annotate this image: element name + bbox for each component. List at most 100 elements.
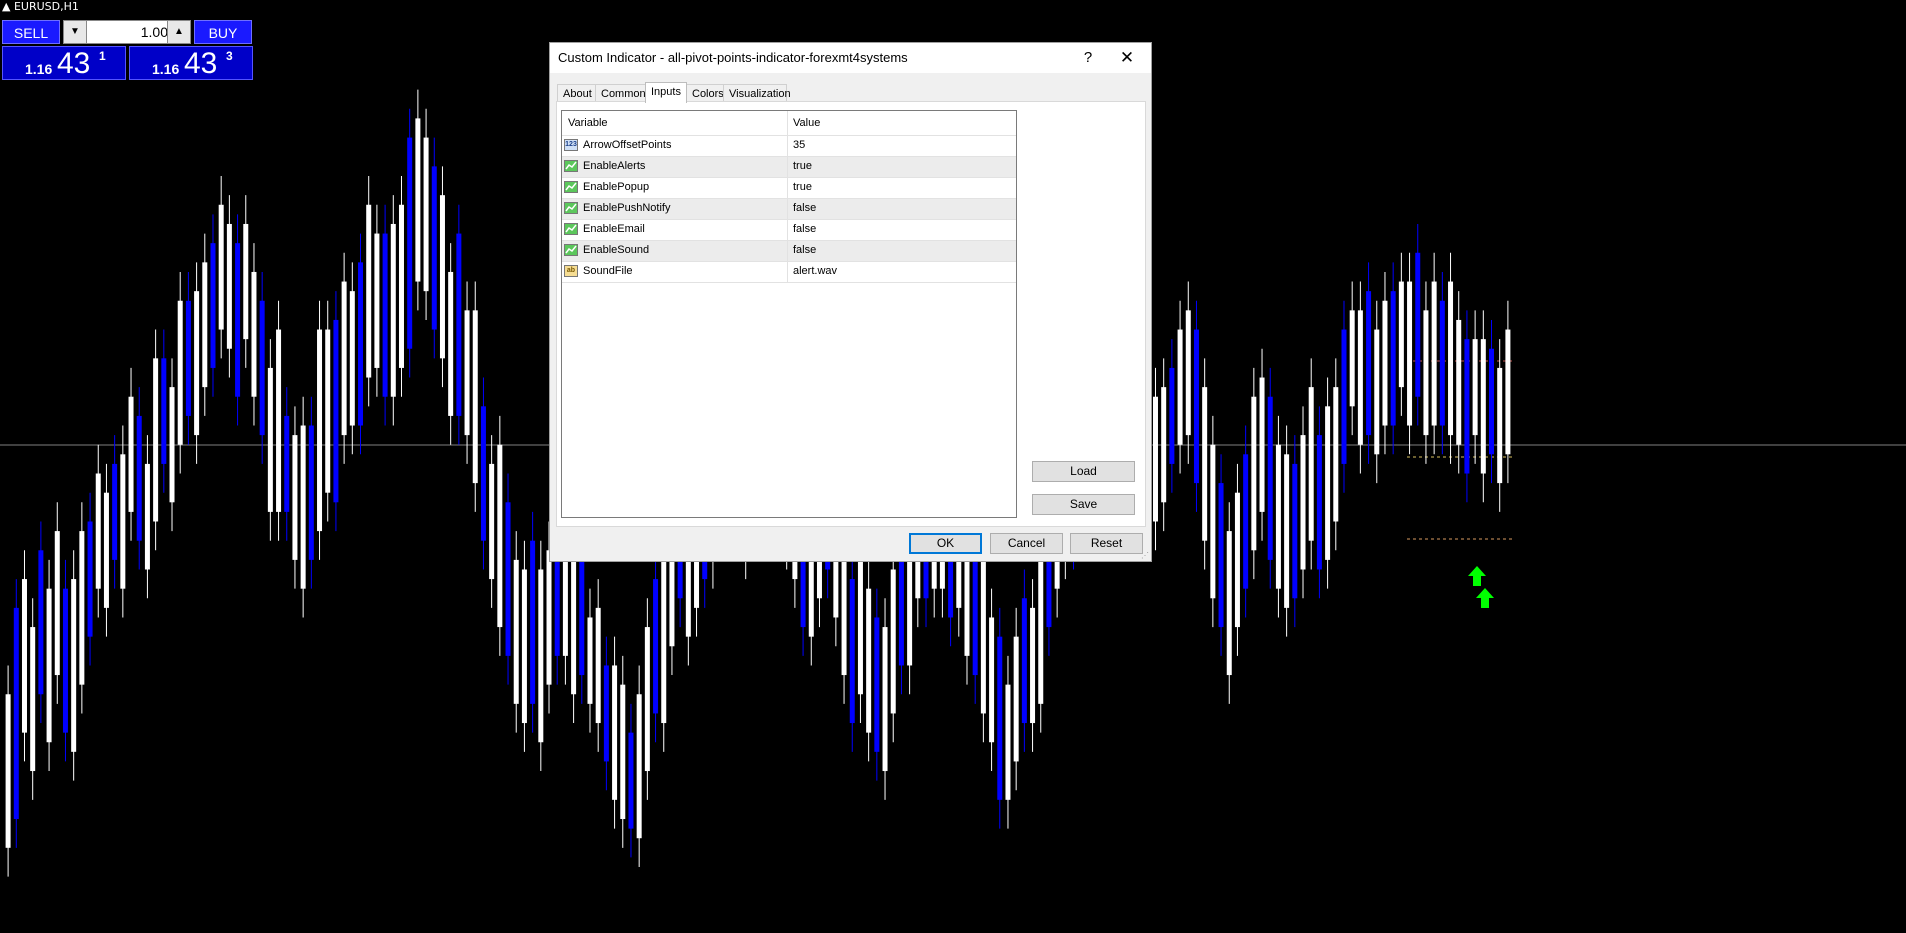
candle-body <box>1325 406 1331 560</box>
candle-body <box>251 271 257 397</box>
inputs-table[interactable]: Variable Value 123 ArrowOffsetPoints 35 Ena… <box>561 110 1017 518</box>
candle-body <box>1161 387 1167 503</box>
candle-body <box>997 636 1003 800</box>
bool-type-icon <box>564 181 578 193</box>
candle-body <box>1202 387 1208 541</box>
variable-value[interactable]: 35 <box>793 139 805 151</box>
candle-body <box>882 627 888 772</box>
candle-body <box>1038 550 1044 704</box>
close-icon[interactable]: ✕ <box>1116 47 1138 69</box>
candle-body <box>1366 291 1372 436</box>
table-row[interactable]: EnablePopup true <box>562 178 1016 199</box>
candle-body <box>1218 483 1224 628</box>
candle-body <box>1316 435 1322 570</box>
variable-name: EnableEmail <box>583 223 645 235</box>
candle-body <box>1275 444 1281 589</box>
candle-body <box>210 243 216 368</box>
tab-colors[interactable]: Colors <box>686 84 724 102</box>
load-button[interactable]: Load <box>1032 461 1135 482</box>
help-icon[interactable]: ? <box>1077 47 1099 69</box>
column-header-value[interactable]: Value <box>793 117 820 129</box>
candle-body <box>661 540 667 724</box>
candle-body <box>226 223 232 349</box>
cancel-button[interactable]: Cancel <box>990 533 1063 554</box>
candle-body <box>144 463 150 570</box>
candle-body <box>185 300 191 416</box>
candle-body <box>857 559 863 695</box>
table-row[interactable]: 123 ArrowOffsetPoints 35 <box>562 136 1016 157</box>
variable-value[interactable]: true <box>793 181 812 193</box>
table-row[interactable]: EnableEmail false <box>562 220 1016 241</box>
candle-body <box>1357 310 1363 445</box>
bool-type-icon <box>564 160 578 172</box>
candle-body <box>390 223 396 397</box>
candle-body <box>317 329 323 532</box>
candle-body <box>1480 339 1486 474</box>
candle-body <box>38 550 44 695</box>
candle-body <box>1333 387 1339 522</box>
variable-name: EnablePopup <box>583 181 650 193</box>
candle-body <box>1439 300 1445 426</box>
candle-body <box>153 358 159 522</box>
candle-body <box>1423 310 1429 436</box>
tab-common[interactable]: Common <box>595 84 646 102</box>
resize-grip-icon[interactable]: ⋰ <box>1141 551 1149 560</box>
candle-body <box>235 243 241 397</box>
column-header-variable[interactable]: Variable <box>568 117 608 129</box>
candle-body <box>448 271 454 416</box>
candle-body <box>636 694 642 839</box>
sell-button[interactable]: SELL <box>2 20 60 44</box>
candle-body <box>194 291 200 436</box>
candle-body <box>653 579 659 714</box>
candle-body <box>1185 310 1191 436</box>
dialog-title: Custom Indicator - all-pivot-points-indi… <box>558 50 908 65</box>
lot-size-stepper[interactable]: ▼ ▲ <box>63 20 191 44</box>
triangle-down-icon[interactable]: ▼ <box>64 21 87 43</box>
candle-body <box>538 569 544 743</box>
variable-value[interactable]: true <box>793 160 812 172</box>
candle-body <box>292 435 298 560</box>
variable-value[interactable]: alert.wav <box>793 265 837 277</box>
candle-body <box>382 233 388 397</box>
candle-body <box>980 559 986 714</box>
lot-size-input[interactable] <box>88 22 168 42</box>
column-divider <box>787 111 788 135</box>
one-click-trading-panel: SELL ▼ ▲ BUY 1.16 43 1 1.16 43 3 <box>1 17 254 81</box>
tab-about[interactable]: About <box>557 84 596 102</box>
candle-body <box>1472 339 1478 436</box>
buy-button[interactable]: BUY <box>194 20 252 44</box>
column-divider <box>787 199 788 219</box>
triangle-up-icon[interactable]: ▲ <box>167 21 190 43</box>
dialog-titlebar[interactable]: Custom Indicator - all-pivot-points-indi… <box>550 43 1151 73</box>
tab-inputs[interactable]: Inputs <box>645 82 687 103</box>
candle-body <box>628 732 634 829</box>
candle-body <box>1284 454 1290 608</box>
candle-body <box>579 559 585 676</box>
candle-body <box>1021 598 1027 724</box>
table-row[interactable]: EnableSound false <box>562 241 1016 262</box>
candle-body <box>874 617 880 752</box>
candle-body <box>1308 387 1314 541</box>
buy-price[interactable]: 1.16 43 3 <box>129 46 253 80</box>
candle-body <box>603 665 609 762</box>
table-row[interactable]: EnablePushNotify false <box>562 199 1016 220</box>
variable-value[interactable]: false <box>793 202 816 214</box>
candle-body <box>1431 281 1437 426</box>
candle-body <box>1243 454 1249 589</box>
buy-price-fraction: 3 <box>226 49 233 63</box>
table-row[interactable]: EnableAlerts true <box>562 157 1016 178</box>
variable-value[interactable]: false <box>793 223 816 235</box>
tab-visualization[interactable]: Visualization <box>723 84 791 102</box>
variable-value[interactable]: false <box>793 244 816 256</box>
candle-body <box>398 204 404 368</box>
candle-body <box>595 607 601 724</box>
buy-signal-arrow-icon <box>1476 588 1494 608</box>
ok-button[interactable]: OK <box>909 533 982 554</box>
candle-body <box>103 492 109 608</box>
reset-button[interactable]: Reset <box>1070 533 1143 554</box>
save-button[interactable]: Save <box>1032 494 1135 515</box>
table-row[interactable]: ab SoundFile alert.wav <box>562 262 1016 283</box>
candle-body <box>169 387 175 503</box>
candle-body <box>341 281 347 436</box>
sell-price[interactable]: 1.16 43 1 <box>2 46 126 80</box>
